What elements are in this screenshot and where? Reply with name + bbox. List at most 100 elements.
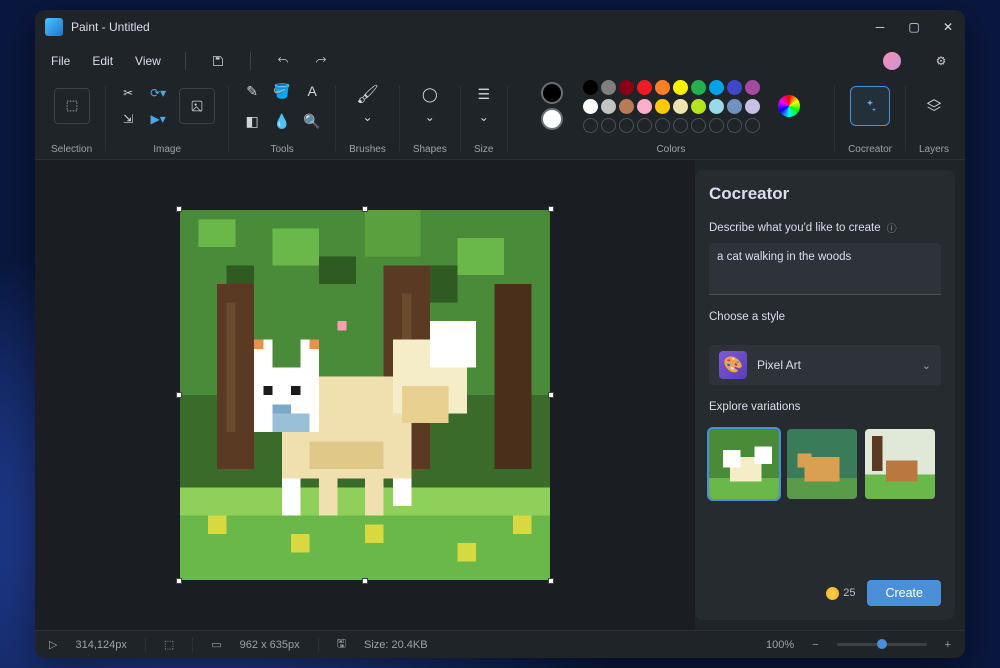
color-swatch[interactable]: [619, 99, 634, 114]
image-tool-icon[interactable]: [179, 88, 215, 124]
minimize-button[interactable]: ─: [873, 20, 887, 34]
cocreator-button[interactable]: [850, 86, 890, 126]
save-icon[interactable]: [210, 53, 226, 69]
color-swatch-empty[interactable]: [655, 118, 670, 133]
color-swatch[interactable]: [583, 80, 598, 95]
menu-view[interactable]: View: [135, 54, 161, 68]
zoom-out-button[interactable]: −: [812, 639, 818, 651]
color-swatch-empty[interactable]: [637, 118, 652, 133]
coin-icon: [826, 587, 839, 600]
maximize-button[interactable]: ▢: [907, 20, 921, 34]
file-size-icon: 🖫: [337, 635, 346, 654]
color-picker-wheel-icon[interactable]: [778, 95, 800, 117]
resize-icon[interactable]: ⇲: [119, 110, 137, 128]
user-avatar[interactable]: [883, 52, 901, 70]
app-window: Paint - Untitled ─ ▢ ✕ File Edit View ⚙ …: [35, 10, 965, 658]
canvas-size-icon: ▭: [211, 638, 221, 651]
ribbon-label-size: Size: [474, 144, 493, 155]
variation-thumb[interactable]: [709, 429, 779, 499]
settings-icon[interactable]: ⚙: [933, 53, 949, 69]
resize-handle[interactable]: [548, 206, 554, 212]
crop-icon[interactable]: ✂: [119, 84, 137, 102]
style-value: Pixel Art: [757, 358, 801, 372]
resize-handle[interactable]: [176, 578, 182, 584]
info-icon[interactable]: ⓘ: [887, 220, 897, 235]
color-swatch-empty[interactable]: [601, 118, 616, 133]
prompt-input[interactable]: [709, 243, 941, 295]
zoom-slider[interactable]: [837, 643, 927, 646]
close-button[interactable]: ✕: [941, 20, 955, 34]
chevron-down-icon[interactable]: ⌄: [421, 108, 439, 126]
flip-icon[interactable]: ▶▾: [149, 110, 167, 128]
color-primary[interactable]: [541, 82, 563, 104]
color-swatch[interactable]: [655, 99, 670, 114]
color-swatch[interactable]: [691, 80, 706, 95]
rotate-icon[interactable]: ⟳▾: [149, 84, 167, 102]
resize-handle[interactable]: [362, 206, 368, 212]
style-icon: 🎨: [719, 351, 747, 379]
resize-handle[interactable]: [176, 392, 182, 398]
color-swatch[interactable]: [709, 80, 724, 95]
color-swatch-empty[interactable]: [709, 118, 724, 133]
ribbon-label-tools: Tools: [270, 144, 293, 155]
canvas-area[interactable]: [35, 160, 695, 630]
statusbar: ▷ 314,124px ⬚ ▭ 962 x 635px 🖫 Size: 20.4…: [35, 630, 965, 658]
ribbon: Selection ✂ ⇲ ⟳▾ ▶▾ Image ✎: [35, 78, 965, 160]
variation-thumb[interactable]: [865, 429, 935, 499]
variation-thumb[interactable]: [787, 429, 857, 499]
color-swatch-empty[interactable]: [745, 118, 760, 133]
layers-icon[interactable]: [924, 96, 944, 116]
size-icon[interactable]: ☰: [474, 84, 494, 104]
brush-icon[interactable]: 🖌: [357, 84, 377, 104]
credits-display: 25: [826, 587, 855, 600]
ribbon-label-brushes: Brushes: [349, 144, 386, 155]
shapes-icon[interactable]: ◯: [420, 84, 440, 104]
color-swatch[interactable]: [691, 99, 706, 114]
canvas[interactable]: [180, 210, 550, 580]
color-swatch-empty[interactable]: [673, 118, 688, 133]
resize-handle[interactable]: [362, 578, 368, 584]
ribbon-label-shapes: Shapes: [413, 144, 447, 155]
menu-file[interactable]: File: [51, 54, 70, 68]
color-swatch[interactable]: [673, 80, 688, 95]
color-swatch[interactable]: [619, 80, 634, 95]
picker-icon[interactable]: 💧: [272, 111, 292, 131]
color-swatch-empty[interactable]: [619, 118, 634, 133]
chevron-down-icon[interactable]: ⌄: [475, 108, 493, 126]
color-swatch[interactable]: [727, 99, 742, 114]
color-swatch[interactable]: [583, 99, 598, 114]
resize-handle[interactable]: [548, 578, 554, 584]
color-swatch[interactable]: [601, 80, 616, 95]
pencil-icon[interactable]: ✎: [242, 81, 262, 101]
zoom-in-button[interactable]: +: [945, 639, 951, 651]
text-icon[interactable]: A: [302, 81, 322, 101]
color-swatch[interactable]: [637, 80, 652, 95]
resize-handle[interactable]: [176, 206, 182, 212]
color-swatch[interactable]: [637, 99, 652, 114]
create-button[interactable]: Create: [867, 580, 941, 606]
color-swatch-empty[interactable]: [691, 118, 706, 133]
color-swatch[interactable]: [727, 80, 742, 95]
chevron-down-icon[interactable]: ⌄: [358, 108, 376, 126]
color-secondary[interactable]: [541, 108, 563, 130]
selection-tool-icon[interactable]: [54, 88, 90, 124]
color-swatch-empty[interactable]: [727, 118, 742, 133]
color-swatch[interactable]: [673, 99, 688, 114]
color-swatch[interactable]: [745, 80, 760, 95]
resize-handle[interactable]: [548, 392, 554, 398]
color-swatch[interactable]: [745, 99, 760, 114]
undo-icon[interactable]: [275, 53, 291, 69]
ribbon-label-cocreator: Cocreator: [848, 144, 892, 155]
magnifier-icon[interactable]: 🔍: [302, 111, 322, 131]
style-select[interactable]: 🎨 Pixel Art ⌄: [709, 345, 941, 385]
color-swatch[interactable]: [601, 99, 616, 114]
menu-edit[interactable]: Edit: [92, 54, 113, 68]
redo-icon[interactable]: [313, 53, 329, 69]
color-swatch[interactable]: [655, 80, 670, 95]
ribbon-label-image: Image: [153, 144, 181, 155]
file-size: Size: 20.4KB: [364, 639, 428, 651]
fill-icon[interactable]: 🪣: [272, 81, 292, 101]
color-swatch[interactable]: [709, 99, 724, 114]
eraser-icon[interactable]: ◧: [242, 111, 262, 131]
color-swatch-empty[interactable]: [583, 118, 598, 133]
